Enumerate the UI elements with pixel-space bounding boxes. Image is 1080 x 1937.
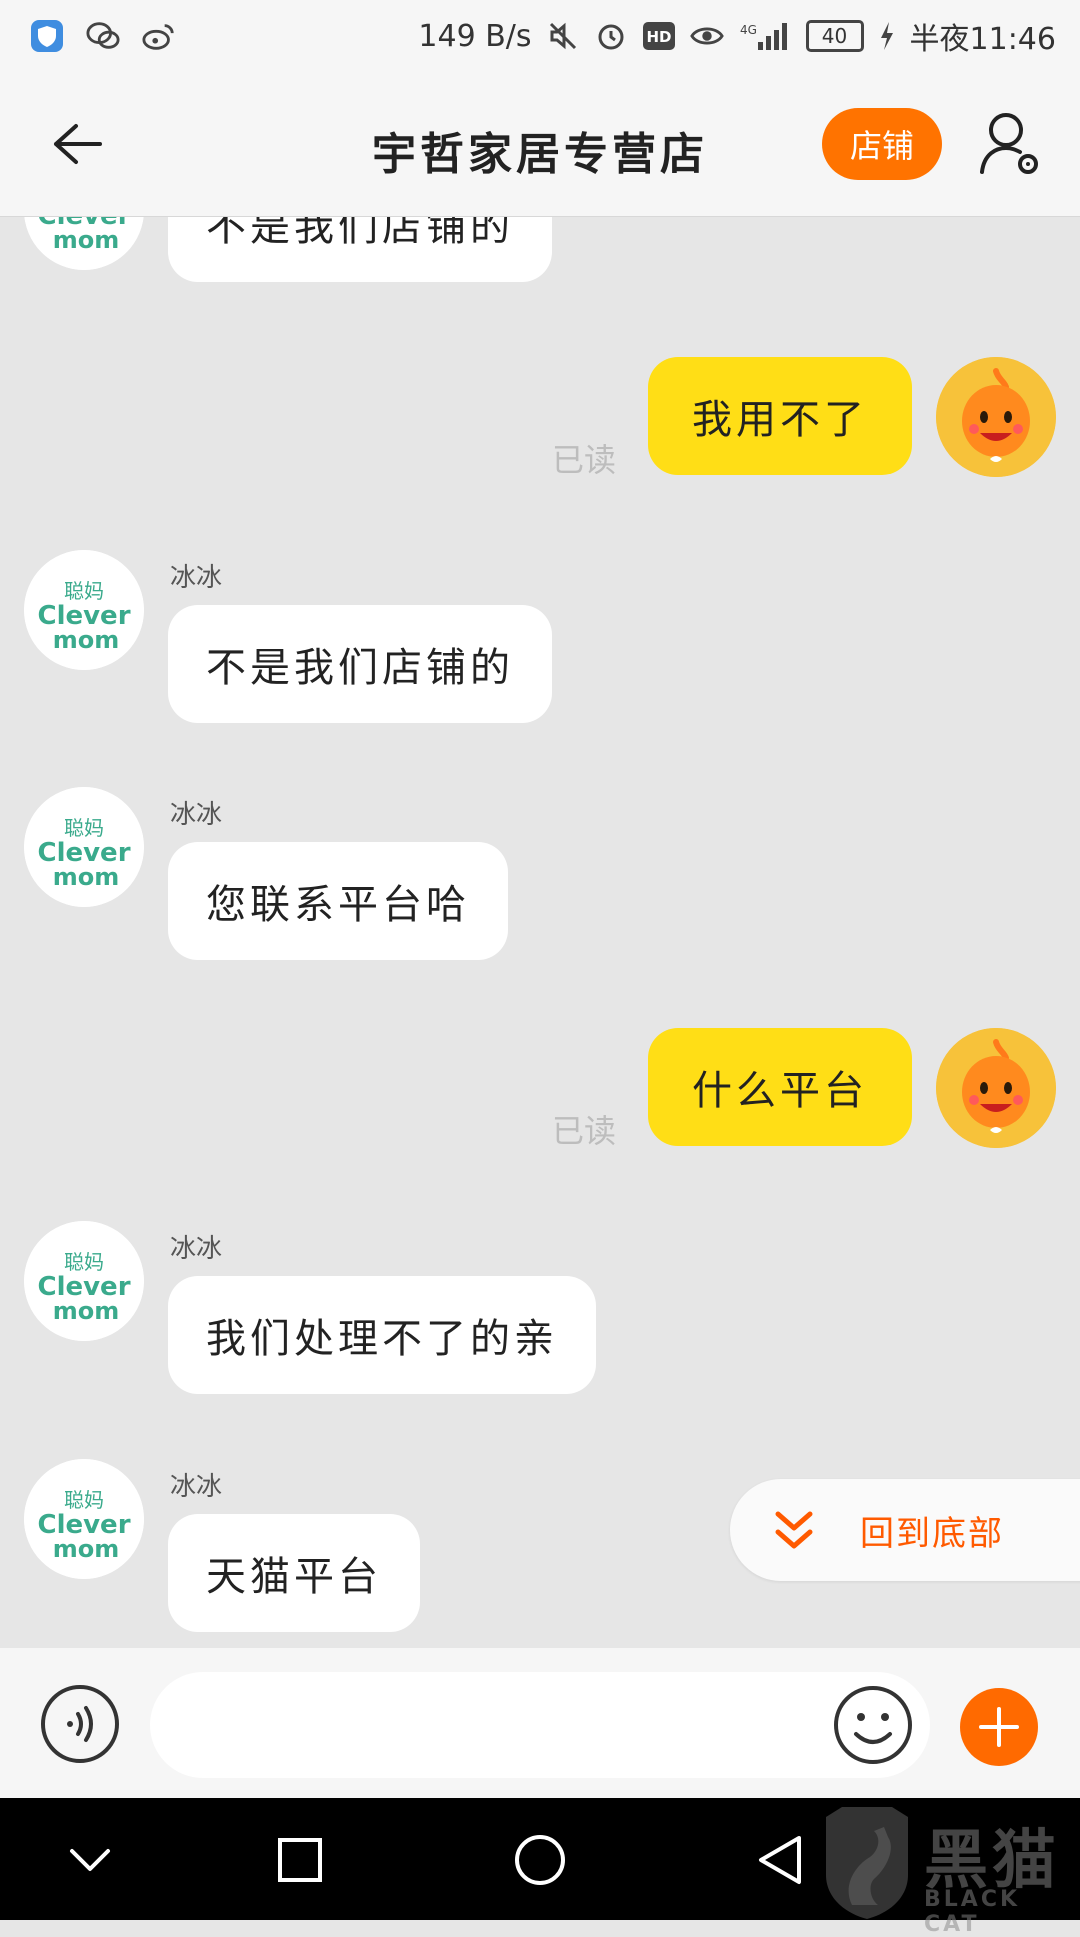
more-options-button[interactable] (960, 1688, 1038, 1766)
square-icon (278, 1838, 322, 1882)
nav-back-button[interactable] (748, 1828, 812, 1892)
message-input[interactable] (150, 1672, 930, 1778)
input-bar (0, 1648, 1080, 1798)
svg-text:mom: mom (53, 1535, 120, 1563)
battery-icon: 40 (805, 20, 864, 52)
shop-agent-avatar[interactable]: 聪妈Clevermom (24, 217, 144, 270)
nav-hide-button[interactable] (58, 1828, 122, 1892)
shop-agent-avatar[interactable]: 聪妈Clevermom (24, 1221, 144, 1341)
cat-logo-icon (826, 1807, 908, 1919)
charging-icon (878, 19, 896, 53)
plus-icon (979, 1707, 1019, 1747)
message-bubble-incoming[interactable]: 不是我们店铺的 (168, 605, 552, 723)
read-status: 已读 (552, 1112, 617, 1150)
wechat-icon (86, 19, 120, 53)
shop-button[interactable]: 店铺 (822, 108, 942, 180)
svg-text:聪妈: 聪妈 (64, 579, 104, 603)
message-bubble-incoming[interactable]: 您联系平台哈 (168, 842, 508, 960)
emoji-button[interactable] (832, 1684, 914, 1766)
message-bubble-incoming[interactable]: 天猫平台 (168, 1514, 420, 1632)
shop-agent-avatar[interactable]: 聪妈Clevermom (24, 787, 144, 907)
user-settings-icon (980, 113, 1038, 174)
double-chevron-down-icon (775, 1511, 813, 1549)
voice-button[interactable] (40, 1684, 120, 1764)
title-bar: 宇哲家居专营店 店铺 (0, 72, 1080, 217)
shop-agent-avatar[interactable]: 聪妈Clevermom (24, 1459, 144, 1579)
signal-icon: 4G (738, 19, 792, 53)
user-settings-button[interactable] (978, 110, 1042, 178)
user-avatar[interactable] (936, 357, 1056, 477)
nav-recents-button[interactable] (268, 1828, 332, 1892)
alarm-icon (594, 19, 628, 53)
read-status: 已读 (552, 441, 617, 479)
svg-text:聪妈: 聪妈 (64, 1250, 104, 1274)
network-speed: 149 B/s (418, 18, 532, 54)
triangle-back-icon (759, 1836, 801, 1884)
chevron-down-icon (70, 1849, 110, 1871)
svg-text:mom: mom (53, 226, 120, 254)
smiley-icon (834, 1686, 912, 1764)
voice-icon (41, 1685, 119, 1763)
shop-agent-avatar[interactable]: 聪妈Clevermom (24, 550, 144, 670)
status-bar: 149 B/s HD 4G 40 半夜11:46 (0, 0, 1080, 72)
mute-icon (546, 19, 580, 53)
weibo-icon (142, 19, 176, 53)
shield-app-icon (30, 19, 64, 53)
svg-text:聪妈: 聪妈 (64, 1488, 104, 1512)
svg-text:mom: mom (53, 863, 120, 891)
sender-name: 冰冰 (170, 563, 223, 593)
jump-to-bottom-label: 回到底部 (860, 1513, 1004, 1554)
svg-text:mom: mom (53, 1297, 120, 1325)
eye-icon (689, 19, 724, 53)
message-bubble-incoming[interactable]: 不是我们店铺的 (168, 217, 552, 282)
chat-area[interactable]: 聪妈Clevermom 不是我们店铺的 已读 我用不了 聪妈Clevermom … (0, 217, 1080, 1647)
message-bubble-outgoing[interactable]: 我用不了 (648, 357, 912, 475)
sender-name: 冰冰 (170, 1234, 223, 1264)
hd-icon: HD (642, 19, 676, 53)
svg-text:HD: HD (646, 28, 671, 46)
jump-to-bottom-button[interactable]: 回到底部 (730, 1479, 1080, 1581)
user-avatar[interactable] (936, 1028, 1056, 1148)
black-cat-watermark: 黑猫 BLACK CAT (812, 1805, 1080, 1937)
message-bubble-outgoing[interactable]: 什么平台 (648, 1028, 912, 1146)
message-bubble-incoming[interactable]: 我们处理不了的亲 (168, 1276, 596, 1394)
clock: 半夜11:46 (909, 22, 1056, 57)
sender-name: 冰冰 (170, 800, 223, 830)
nav-home-button[interactable] (508, 1828, 572, 1892)
svg-text:mom: mom (53, 626, 120, 654)
sender-name: 冰冰 (170, 1472, 223, 1502)
watermark-subtext: BLACK CAT (924, 1887, 1021, 1937)
svg-text:聪妈: 聪妈 (64, 816, 104, 840)
circle-icon (515, 1835, 565, 1885)
svg-text:4G: 4G (740, 23, 757, 37)
